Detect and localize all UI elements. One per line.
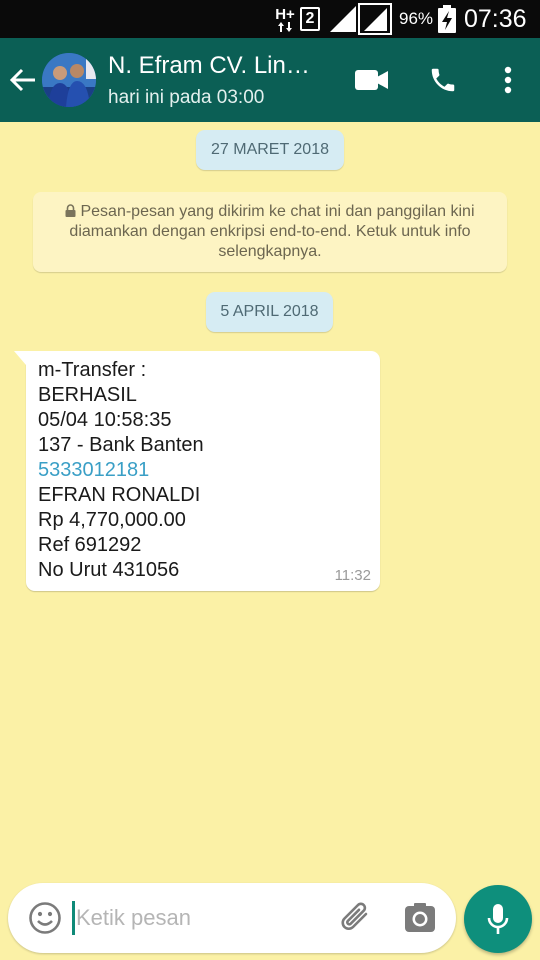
back-button[interactable]	[6, 58, 40, 102]
message-line: No Urut 431056	[38, 559, 180, 581]
message-line: BERHASIL	[38, 384, 137, 406]
back-arrow-icon	[10, 68, 35, 92]
network-type-indicator: H+	[274, 0, 296, 38]
mic-icon	[487, 904, 509, 934]
message-line: m-Transfer :	[38, 359, 147, 381]
message-timestamp: 11:32	[334, 567, 371, 584]
contact-photo	[42, 53, 96, 107]
sim-slot-label: 2	[300, 7, 320, 31]
date-chip: 27 MARET 2018	[196, 130, 344, 170]
voice-call-button[interactable]	[423, 60, 463, 100]
message-line: EFRAN RONALDI	[38, 484, 201, 506]
more-options-button[interactable]	[488, 60, 528, 100]
account-number-link[interactable]: 5333012181	[38, 458, 368, 483]
signal-icon	[330, 0, 356, 38]
battery-percent: 96%	[399, 9, 434, 28]
sim-indicator: 2	[300, 0, 320, 38]
paperclip-icon	[341, 902, 368, 930]
message-line: 05/04 10:58:35	[38, 409, 172, 431]
more-vert-icon	[504, 66, 512, 94]
message-line: Ref 691292	[38, 534, 142, 556]
avatar[interactable]	[42, 53, 96, 107]
voice-message-button[interactable]	[464, 885, 532, 953]
last-seen-status[interactable]: hari ini pada 03:00	[108, 87, 264, 109]
encryption-notice-text: Pesan-pesan yang dikirim ke chat ini dan…	[69, 203, 475, 260]
video-call-icon	[355, 70, 388, 90]
message-input[interactable]	[76, 897, 326, 939]
chat-header: N. Efram CV. Lin… hari ini pada 03:00	[0, 38, 540, 122]
status-bar: H+ 2 96% 07:36	[0, 0, 540, 38]
camera-button[interactable]	[404, 902, 436, 934]
lock-icon	[65, 204, 76, 217]
text-cursor	[72, 901, 75, 935]
emoji-icon	[29, 902, 61, 934]
phone-call-icon	[431, 68, 455, 92]
data-arrows-icon	[278, 21, 292, 32]
incoming-message-bubble[interactable]: m-Transfer : BERHASIL 05/04 10:58:35 137…	[14, 351, 380, 591]
message-line: 137 - Bank Banten	[38, 434, 204, 456]
date-chip: 5 APRIL 2018	[206, 292, 333, 332]
signal-sim2-icon	[358, 0, 392, 38]
camera-icon	[405, 903, 435, 932]
attach-button[interactable]	[338, 900, 374, 936]
contact-name[interactable]: N. Efram CV. Lin…	[108, 52, 338, 80]
network-type-label: H+	[275, 5, 295, 23]
clock: 07:36	[464, 4, 527, 33]
battery-charging-icon	[437, 0, 457, 38]
emoji-button[interactable]	[28, 901, 62, 935]
video-call-button[interactable]	[352, 60, 392, 100]
message-line: Rp 4,770,000.00	[38, 509, 186, 531]
encryption-notice[interactable]: Pesan-pesan yang dikirim ke chat ini dan…	[33, 192, 507, 272]
message-composer	[8, 883, 456, 953]
bubble-tail	[14, 351, 26, 365]
